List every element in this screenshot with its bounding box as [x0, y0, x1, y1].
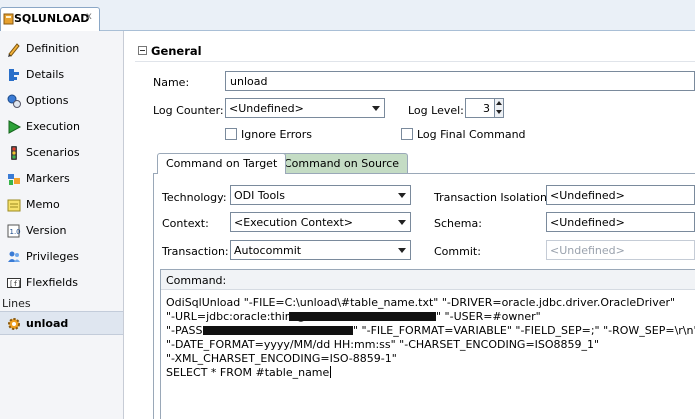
nav-item-options[interactable]: Options: [0, 88, 123, 114]
package-icon: [3, 13, 14, 25]
command-label: Command:: [161, 270, 695, 290]
log-counter-label: Log Counter:: [153, 104, 224, 117]
context-label: Context:: [162, 217, 209, 230]
command-line-last: SELECT * FROM #table_name: [166, 366, 332, 379]
gear-icon: [8, 318, 20, 330]
play-icon: [8, 120, 22, 134]
transaction-select[interactable]: Autocommit: [230, 240, 411, 260]
log-counter-select[interactable]: <Undefined>: [225, 98, 385, 118]
general-section-header[interactable]: General: [135, 42, 695, 62]
collapse-icon[interactable]: [138, 46, 147, 55]
flexfields-icon: [f]: [7, 278, 22, 288]
context-select[interactable]: <Execution Context>: [230, 212, 411, 232]
chevron-down-icon: [398, 248, 406, 253]
chevron-down-icon: [398, 220, 406, 225]
redaction-bar: [203, 326, 353, 335]
ignore-errors-checkbox[interactable]: [225, 128, 237, 140]
pencil-icon: [8, 43, 20, 57]
users-icon: [8, 251, 20, 262]
command-line: "-URL=jdbc:oracle:thin:@: [166, 310, 307, 323]
redaction-bar: [289, 312, 436, 321]
stepper-up-icon[interactable]: [496, 101, 502, 105]
stepper-down-icon[interactable]: [496, 110, 502, 114]
commit-select: <Undefined>: [546, 240, 695, 260]
nav-item-memo[interactable]: Memo: [0, 192, 123, 218]
line-item-label: unload: [26, 317, 69, 330]
tab-command-on-target[interactable]: Command on Target: [157, 153, 287, 174]
text-caret: [330, 366, 332, 378]
log-level-stepper[interactable]: [494, 98, 504, 118]
schema-label: Schema:: [434, 217, 482, 230]
editor-tab-title: SQLUNLOAD: [14, 12, 90, 25]
markers-icon: [8, 174, 20, 185]
line-item-unload[interactable]: unload: [0, 311, 123, 335]
log-level-field[interactable]: 3: [465, 98, 495, 118]
svg-text:1.0: 1.0: [10, 228, 21, 236]
editor-tab-strip: SQLUNLOAD x: [0, 0, 695, 31]
traffic-light-icon: [11, 146, 17, 160]
transaction-isolation-select[interactable]: <Undefined>: [546, 185, 695, 205]
nav-item-definition[interactable]: Definition: [0, 36, 123, 62]
memo-icon: [7, 199, 21, 212]
chevron-down-icon: [372, 106, 380, 111]
lines-header: Lines: [2, 297, 31, 310]
nav-item-version[interactable]: 1.0 Version: [0, 218, 123, 244]
command-line: " "-FILE_FORMAT=VARIABLE" "-FIELD_SEP=;"…: [353, 324, 695, 337]
nav-item-scenarios[interactable]: Scenarios: [0, 140, 123, 166]
command-line: " "-USER=#owner": [436, 310, 541, 323]
close-icon[interactable]: x: [86, 11, 92, 22]
command-editor[interactable]: Command: OdiSqlUnload "-FILE=C:\unload\#…: [160, 269, 695, 419]
step-editor: General Name: unload Log Counter: <Undef…: [125, 31, 695, 419]
commit-label: Commit:: [434, 245, 481, 258]
step-navigator: Definition Details Options Execution Sce…: [0, 31, 124, 419]
editor-tab-sqlunload[interactable]: SQLUNLOAD x: [0, 7, 100, 31]
transaction-isolation-label: Transaction Isolation:: [434, 191, 551, 204]
command-line: "-XML_CHARSET_ENCODING=ISO-8859-1": [166, 352, 397, 365]
technology-label: Technology:: [162, 191, 227, 204]
chevron-down-icon: [398, 193, 406, 198]
options-icon: [7, 94, 21, 108]
log-level-label: Log Level:: [408, 104, 464, 117]
name-field[interactable]: unload: [225, 71, 695, 91]
command-line: OdiSqlUnload "-FILE=C:\unload\#table_nam…: [166, 296, 676, 309]
log-final-command-checkbox[interactable]: [401, 128, 413, 140]
log-final-command-label: Log Final Command: [417, 128, 526, 141]
nav-item-details[interactable]: Details: [0, 62, 123, 88]
svg-text:[f]: [f]: [9, 280, 22, 288]
schema-select[interactable]: <Undefined>: [546, 212, 695, 232]
nav-item-execution[interactable]: Execution: [0, 114, 123, 140]
command-line: "-DATE_FORMAT=yyyy/MM/dd HH:mm:ss" "-CHA…: [166, 338, 600, 351]
details-icon: [9, 69, 19, 81]
nav-item-privileges[interactable]: Privileges: [0, 244, 123, 270]
nav-item-markers[interactable]: Markers: [0, 166, 123, 192]
transaction-label: Transaction:: [162, 245, 229, 258]
nav-item-flexfields[interactable]: [f] Flexfields: [0, 270, 123, 296]
ignore-errors-label: Ignore Errors: [241, 128, 313, 141]
technology-select[interactable]: ODI Tools: [230, 185, 411, 205]
tab-command-on-source[interactable]: Command on Source: [275, 153, 409, 173]
version-icon: 1.0: [7, 224, 21, 238]
name-label: Name:: [153, 76, 190, 89]
